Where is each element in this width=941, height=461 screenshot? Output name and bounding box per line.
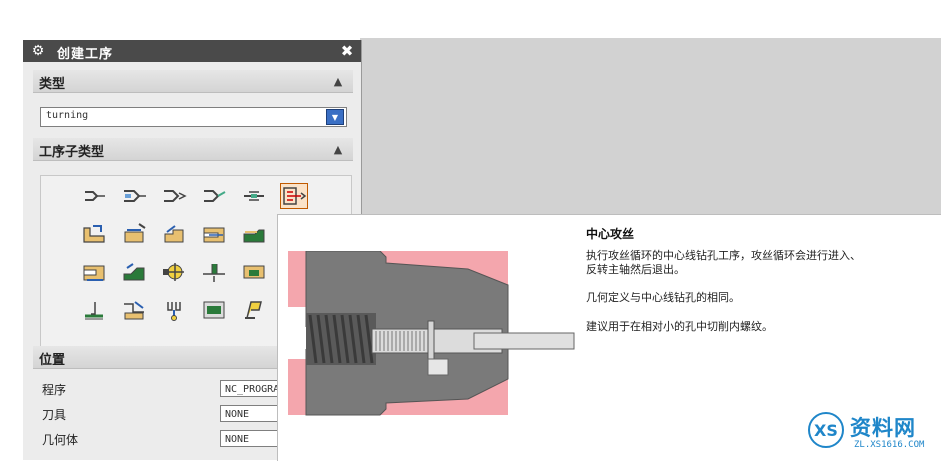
centerline-ream-icon[interactable] bbox=[241, 184, 267, 208]
type-section-header[interactable]: 类型 ▲ bbox=[33, 70, 353, 93]
type-select-value: turning bbox=[46, 110, 89, 121]
dialog-title: 创建工序 bbox=[57, 47, 114, 62]
dropdown-arrow-icon[interactable]: ▼ bbox=[326, 109, 344, 125]
probe-icon[interactable] bbox=[241, 298, 267, 322]
tooltip-desc-recommend: 建议用于在相对小的孔中切削内螺纹。 bbox=[586, 320, 773, 333]
position-section-label: 位置 bbox=[39, 353, 66, 368]
facing-icon[interactable] bbox=[81, 222, 107, 246]
type-section-label: 类型 bbox=[39, 77, 66, 92]
back-finish-icon[interactable] bbox=[121, 260, 147, 284]
watermark-logo-text: XS bbox=[814, 421, 838, 440]
centerline-breakchip-icon[interactable] bbox=[201, 184, 227, 208]
watermark-logo-icon: XS bbox=[808, 412, 844, 448]
watermark: XS 资料网 ZL.XS1616.COM bbox=[806, 410, 938, 458]
tapping-section-illustration bbox=[288, 251, 575, 416]
geometry-label: 几何体 bbox=[42, 433, 79, 447]
rough-back-turn-icon[interactable] bbox=[161, 222, 187, 246]
type-select[interactable]: turning ▼ bbox=[40, 107, 347, 127]
thread-id-icon[interactable] bbox=[121, 298, 147, 322]
centerline-tapping-icon[interactable] bbox=[280, 183, 308, 209]
tool-label: 刀具 bbox=[42, 408, 67, 422]
user-defined-icon[interactable] bbox=[201, 298, 227, 322]
parting-icon[interactable] bbox=[161, 298, 187, 322]
tooltip-title: 中心攻丝 bbox=[586, 227, 635, 241]
centerline-spotdrill-icon[interactable] bbox=[81, 184, 107, 208]
tooltip-desc-line2: 反转主轴然后退出。 bbox=[586, 263, 685, 276]
gear-icon[interactable]: ⚙ bbox=[29, 42, 47, 60]
groove-id-icon[interactable] bbox=[241, 260, 267, 284]
collapse-chevron-icon[interactable]: ▲ bbox=[329, 140, 347, 158]
tooltip-desc-geometry: 几何定义与中心线钻孔的相同。 bbox=[586, 291, 740, 304]
rough-turn-od-icon[interactable] bbox=[121, 222, 147, 246]
subtype-section-label: 工序子类型 bbox=[39, 145, 105, 160]
rough-bore-id-icon[interactable] bbox=[201, 222, 227, 246]
thread-od-icon[interactable] bbox=[81, 298, 107, 322]
subtype-section-header[interactable]: 工序子类型 ▲ bbox=[33, 138, 353, 161]
watermark-url: ZL.XS1616.COM bbox=[854, 440, 925, 450]
teach-mode-icon[interactable] bbox=[161, 260, 187, 284]
finish-turn-od-icon[interactable] bbox=[241, 222, 267, 246]
dialog-titlebar: ⚙ 创建工序 ✖ bbox=[23, 40, 361, 62]
program-label: 程序 bbox=[42, 383, 67, 397]
centerline-drilling-icon[interactable] bbox=[121, 184, 147, 208]
close-icon[interactable]: ✖ bbox=[337, 41, 357, 61]
finish-bore-id-icon[interactable] bbox=[81, 260, 107, 284]
watermark-brand: 资料网 bbox=[850, 416, 916, 440]
groove-od-icon[interactable] bbox=[201, 260, 227, 284]
collapse-chevron-icon[interactable]: ▲ bbox=[329, 72, 347, 90]
centerline-peckdrill-icon[interactable] bbox=[161, 184, 187, 208]
